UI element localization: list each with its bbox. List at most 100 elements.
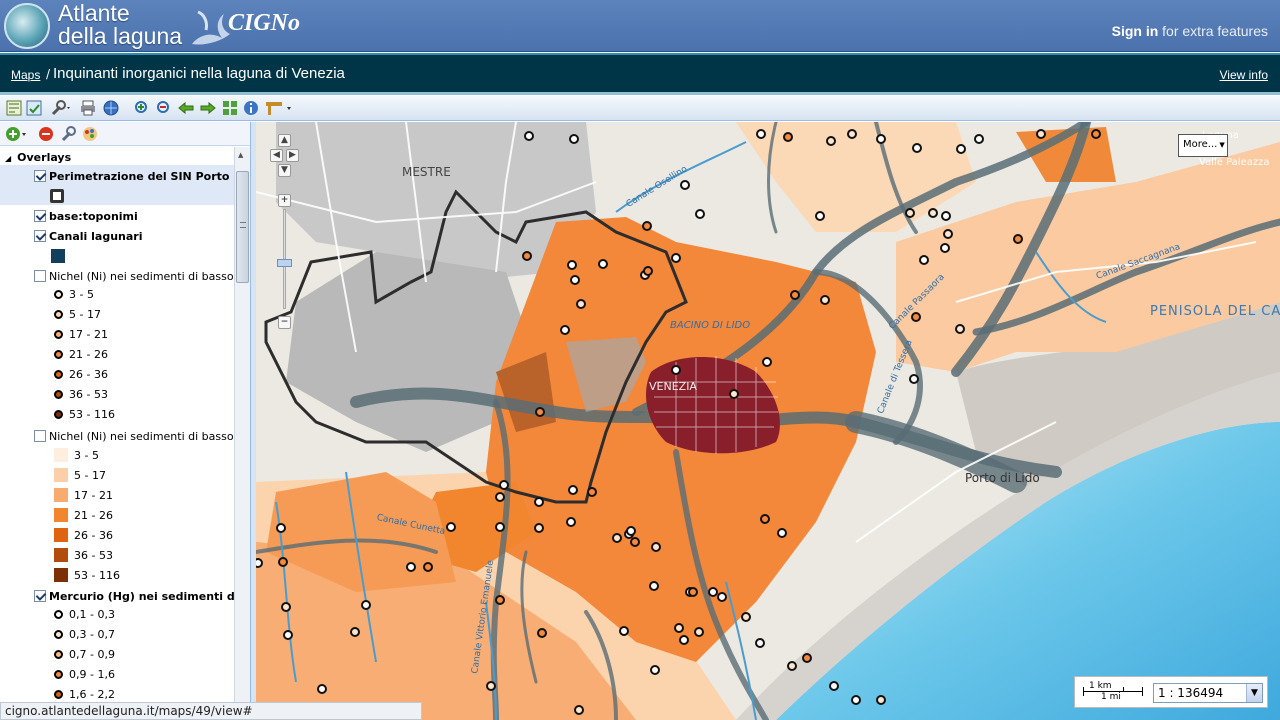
layer-sin-perimeter[interactable]: Perimetrazione del SIN Porto Margh — [34, 170, 234, 186]
sample-point[interactable] — [941, 211, 951, 221]
sample-point[interactable] — [567, 260, 577, 270]
map-viewport[interactable]: MESTRE VENEZIA BACINO DI LIDO Porto di L… — [256, 122, 1280, 720]
scale-select[interactable]: 1 : 136494 ▼ — [1153, 683, 1263, 703]
sample-point[interactable] — [909, 374, 919, 384]
new-map-icon[interactable] — [6, 100, 22, 116]
sample-point[interactable] — [829, 681, 839, 691]
layer-canali[interactable]: Canali lagunari — [34, 230, 234, 246]
sample-point[interactable] — [598, 259, 608, 269]
layer-properties-icon[interactable] — [60, 126, 76, 142]
sample-point[interactable] — [1091, 129, 1101, 139]
sample-point[interactable] — [974, 134, 984, 144]
sample-point[interactable] — [802, 653, 812, 663]
sample-point[interactable] — [283, 630, 293, 640]
pan-up-button[interactable]: ▲ — [278, 134, 291, 147]
sample-point[interactable] — [423, 562, 433, 572]
collapse-triangle-icon[interactable]: ◢ — [5, 154, 11, 163]
sample-point[interactable] — [486, 681, 496, 691]
layer-nichel-areas[interactable]: Nichel (Ni) nei sedimenti di basso fonda… — [34, 430, 234, 446]
sample-point[interactable] — [708, 587, 718, 597]
sample-point[interactable] — [446, 522, 456, 532]
sample-point[interactable] — [695, 209, 705, 219]
sample-point[interactable] — [350, 627, 360, 637]
sample-point[interactable] — [576, 299, 586, 309]
view-info-link[interactable]: View info — [1220, 68, 1268, 82]
sample-point[interactable] — [679, 635, 689, 645]
sample-point[interactable] — [569, 134, 579, 144]
layer-tree-scrollbar[interactable]: ▲ ▼ — [234, 147, 250, 720]
layer-checkbox[interactable] — [34, 590, 46, 602]
sample-point[interactable] — [630, 537, 640, 547]
sample-point[interactable] — [762, 357, 772, 367]
layer-style-icon[interactable] — [82, 126, 98, 142]
sample-point[interactable] — [717, 592, 727, 602]
sample-point[interactable] — [281, 602, 291, 612]
sample-point[interactable] — [499, 480, 509, 490]
sample-point[interactable] — [522, 251, 532, 261]
layer-checkbox[interactable] — [34, 230, 46, 242]
sample-point[interactable] — [756, 129, 766, 139]
sample-point[interactable] — [911, 312, 921, 322]
sample-point[interactable] — [256, 558, 263, 568]
layer-toponimi[interactable]: base:toponimi — [34, 210, 234, 226]
add-layer-icon[interactable] — [6, 126, 28, 142]
sample-point[interactable] — [671, 365, 681, 375]
pan-right-button[interactable]: ▶ — [286, 149, 299, 162]
zoom-out-icon[interactable] — [156, 100, 172, 116]
sample-point[interactable] — [570, 275, 580, 285]
chevron-down-icon[interactable]: ▼ — [1246, 684, 1262, 702]
sample-point[interactable] — [495, 492, 505, 502]
zoom-slider-thumb[interactable] — [277, 259, 292, 267]
sample-point[interactable] — [495, 595, 505, 605]
sample-point[interactable] — [760, 514, 770, 524]
sample-point[interactable] — [729, 389, 739, 399]
sample-point[interactable] — [1013, 234, 1023, 244]
sample-point[interactable] — [619, 626, 629, 636]
sample-point[interactable] — [777, 528, 787, 538]
sample-point[interactable] — [626, 526, 636, 536]
measure-icon[interactable] — [265, 100, 293, 116]
layer-nichel-points[interactable]: Nichel (Ni) nei sedimenti di basso fonda… — [34, 270, 234, 286]
scrollbar-thumb[interactable] — [236, 171, 249, 283]
sample-point[interactable] — [783, 132, 793, 142]
sample-point[interactable] — [815, 211, 825, 221]
pan-left-button[interactable]: ◀ — [270, 149, 283, 162]
globe-icon[interactable] — [103, 100, 119, 116]
sample-point[interactable] — [955, 324, 965, 334]
layer-checkbox[interactable] — [34, 210, 46, 222]
sample-point[interactable] — [560, 325, 570, 335]
sample-point[interactable] — [361, 600, 371, 610]
sample-point[interactable] — [755, 638, 765, 648]
sample-point[interactable] — [674, 623, 684, 633]
sample-point[interactable] — [524, 131, 534, 141]
tools-icon[interactable] — [50, 100, 72, 116]
sample-point[interactable] — [741, 612, 751, 622]
back-arrow-icon[interactable] — [178, 100, 194, 116]
sample-point[interactable] — [278, 557, 288, 567]
map-canvas[interactable] — [256, 122, 1280, 720]
sample-point[interactable] — [787, 661, 797, 671]
zoom-in-icon[interactable] — [134, 100, 150, 116]
sample-point[interactable] — [876, 134, 886, 144]
layer-checkbox[interactable] — [34, 170, 46, 182]
sample-point[interactable] — [317, 684, 327, 694]
logo-globe-icon[interactable] — [4, 3, 50, 49]
sample-point[interactable] — [876, 695, 886, 705]
sample-point[interactable] — [820, 295, 830, 305]
sample-point[interactable] — [566, 517, 576, 527]
layer-checkbox[interactable] — [34, 270, 46, 282]
sample-point[interactable] — [642, 221, 652, 231]
forward-arrow-icon[interactable] — [200, 100, 216, 116]
sample-point[interactable] — [574, 705, 584, 715]
sample-point[interactable] — [688, 587, 698, 597]
sample-point[interactable] — [943, 229, 953, 239]
sample-point[interactable] — [826, 136, 836, 146]
sample-point[interactable] — [905, 208, 915, 218]
pan-down-button[interactable]: ▼ — [278, 164, 291, 177]
sample-point[interactable] — [851, 695, 861, 705]
sample-point[interactable] — [680, 180, 690, 190]
sample-point[interactable] — [534, 523, 544, 533]
more-basemaps-button[interactable]: More... ▼ — [1178, 134, 1228, 157]
sample-point[interactable] — [537, 628, 547, 638]
sample-point[interactable] — [671, 253, 681, 263]
